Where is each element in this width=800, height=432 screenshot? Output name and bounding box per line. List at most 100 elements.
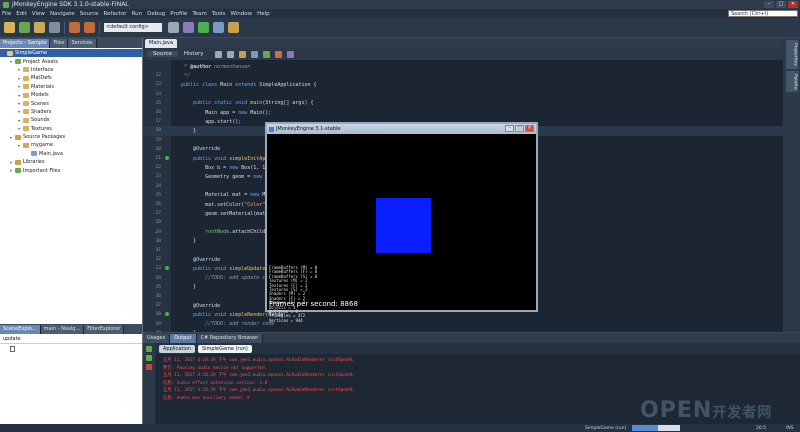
new-file-icon[interactable] xyxy=(4,22,15,33)
line-number: 26 xyxy=(155,202,161,208)
output-subtab-application[interactable]: Application xyxy=(159,344,195,353)
tree-item-matdefs[interactable]: ▾ MatDefs xyxy=(0,74,142,82)
jme-game-window[interactable]: jMonkeyEngine 3.1-stable – □ ✕ FrameBuff… xyxy=(265,122,538,323)
navigator-filter[interactable]: update xyxy=(0,334,142,344)
tree-item-interface[interactable]: ▾ Interface xyxy=(0,66,142,74)
jme-minimize-button[interactable]: – xyxy=(505,125,514,132)
jme-close-button[interactable]: ✕ xyxy=(525,125,534,132)
bookmark-icon[interactable] xyxy=(263,50,271,58)
config-select[interactable]: <default config> xyxy=(104,23,162,32)
run-icon[interactable] xyxy=(198,22,209,33)
save-all-icon[interactable] xyxy=(49,22,60,33)
tab-filterexplorer[interactable]: FilterExplorer xyxy=(84,325,125,334)
rerun-with-options-icon[interactable] xyxy=(146,355,152,361)
open-project-icon[interactable] xyxy=(34,22,45,33)
tree-item-source-packages[interactable]: ▾ Source Packages xyxy=(0,133,142,141)
tree-item-important-files[interactable]: ▾ Important Files xyxy=(0,166,142,174)
back-icon[interactable] xyxy=(215,50,223,58)
tree-item-label: Interface xyxy=(31,66,54,73)
line-number: 19 xyxy=(155,137,161,143)
debug-icon[interactable] xyxy=(213,22,224,33)
maximize-button[interactable]: □ xyxy=(776,1,786,8)
tree-item-materials[interactable]: ▾ Materials xyxy=(0,83,142,91)
tree-item-label: SimpleGame xyxy=(15,50,47,57)
log-line: 信息: Audio max auxiliary sends: 4 xyxy=(163,395,250,401)
tab-sceneexplo[interactable]: SceneExplo... xyxy=(0,325,41,334)
tree-item-project-assets[interactable]: ▾ Project Assets xyxy=(0,57,142,65)
tree-item-mygame[interactable]: ▾ mygame xyxy=(0,141,142,149)
tree-item-libraries[interactable]: ▾ Libraries xyxy=(0,158,142,166)
tree-item-label: mygame xyxy=(31,142,54,149)
jme-maximize-button[interactable]: □ xyxy=(515,125,524,132)
stop-macro-icon[interactable] xyxy=(275,50,283,58)
side-tab-palette[interactable]: Palette xyxy=(785,70,798,93)
tree-item-shaders[interactable]: ▾ Shaders xyxy=(0,108,142,116)
tab-projects-sample[interactable]: Projects - Sample xyxy=(0,39,51,48)
build-icon[interactable] xyxy=(168,22,179,33)
menu-view[interactable]: View xyxy=(32,11,45,17)
menu-window[interactable]: Window xyxy=(230,11,252,17)
comment-icon[interactable] xyxy=(287,50,295,58)
code-text: } xyxy=(175,284,197,291)
tree-item-label: Source Packages xyxy=(23,134,66,141)
status-bar: SimpleGame (run) 20:5 INS xyxy=(0,424,800,432)
tree-item-models[interactable]: ▾ Models xyxy=(0,91,142,99)
tab-history[interactable]: History xyxy=(178,51,210,57)
code-text: } xyxy=(175,238,197,245)
menu-team[interactable]: Team xyxy=(192,11,207,17)
menu-help[interactable]: Help xyxy=(257,11,270,17)
status-run-label[interactable]: SimpleGame (run) xyxy=(585,426,626,431)
menu-profile[interactable]: Profile xyxy=(170,11,187,17)
output-tab-output[interactable]: Output xyxy=(170,334,197,343)
code-text: @Override xyxy=(175,256,221,263)
menu-navigate[interactable]: Navigate xyxy=(50,11,75,17)
folder-icon xyxy=(23,126,29,132)
tree-item-textures[interactable]: ▾ Textures xyxy=(0,125,142,133)
code-line: 14 xyxy=(143,90,783,99)
profile-icon[interactable] xyxy=(228,22,239,33)
tree-item-label: Libraries xyxy=(23,159,45,166)
menu-tools[interactable]: Tools xyxy=(212,11,226,17)
output-tab-usages[interactable]: Usages xyxy=(143,334,171,343)
forward-icon[interactable] xyxy=(227,50,235,58)
tree-item-label: Shaders xyxy=(31,108,52,115)
tree-item-label: Textures xyxy=(31,125,52,132)
rerun-icon[interactable] xyxy=(146,346,152,352)
side-tab-properties[interactable]: Properties xyxy=(785,40,798,69)
output-tab-c-repository-browser[interactable]: C# Repository Browser xyxy=(196,334,264,343)
new-project-icon[interactable] xyxy=(19,22,30,33)
stop-icon[interactable] xyxy=(146,364,152,370)
tab-source[interactable]: Source xyxy=(147,51,178,57)
clean-build-icon[interactable] xyxy=(183,22,194,33)
tab-main-navig[interactable]: main - Navig... xyxy=(40,325,85,334)
line-number: 27 xyxy=(155,211,161,217)
important-files-icon xyxy=(15,168,21,174)
tree-item-scenes[interactable]: ▾ Scenes xyxy=(0,99,142,107)
menu-edit[interactable]: Edit xyxy=(16,11,27,17)
tab-files[interactable]: Files xyxy=(50,39,69,48)
menu-refactor[interactable]: Refactor xyxy=(104,11,127,17)
find-icon[interactable] xyxy=(239,50,247,58)
search-input[interactable]: Search (Ctrl+I) xyxy=(728,10,798,17)
right-side-tabs: Properties Palette xyxy=(783,38,800,332)
menu-file[interactable]: File xyxy=(2,11,11,17)
menu-run[interactable]: Run xyxy=(132,11,143,17)
code-text: * @author normenhansen xyxy=(175,63,251,70)
undo-icon[interactable] xyxy=(69,22,80,33)
menu-debug[interactable]: Debug xyxy=(147,11,165,17)
menu-source[interactable]: Source xyxy=(80,11,99,17)
redo-icon[interactable] xyxy=(84,22,95,33)
minimize-button[interactable]: – xyxy=(764,1,774,8)
tab-services[interactable]: Services xyxy=(68,39,97,48)
format-icon[interactable] xyxy=(251,50,259,58)
output-subtabs: Application SimpleGame (run) xyxy=(143,343,800,354)
output-subtab-simplegame-run[interactable]: SimpleGame (run) xyxy=(197,344,252,353)
folder-icon xyxy=(23,101,29,107)
code-text: geom.setMaterial(mat); xyxy=(175,210,272,217)
close-button[interactable]: ✕ xyxy=(788,1,798,8)
tree-item-simplegame[interactable]: ▾ SimpleGame xyxy=(0,49,142,58)
tree-item-sounds[interactable]: ▾ Sounds xyxy=(0,116,142,124)
editor-tab-main-java[interactable]: Main.java xyxy=(145,39,178,48)
code-line: 12 */ xyxy=(143,71,783,80)
tree-item-main-java[interactable]: Main.java xyxy=(0,150,142,158)
